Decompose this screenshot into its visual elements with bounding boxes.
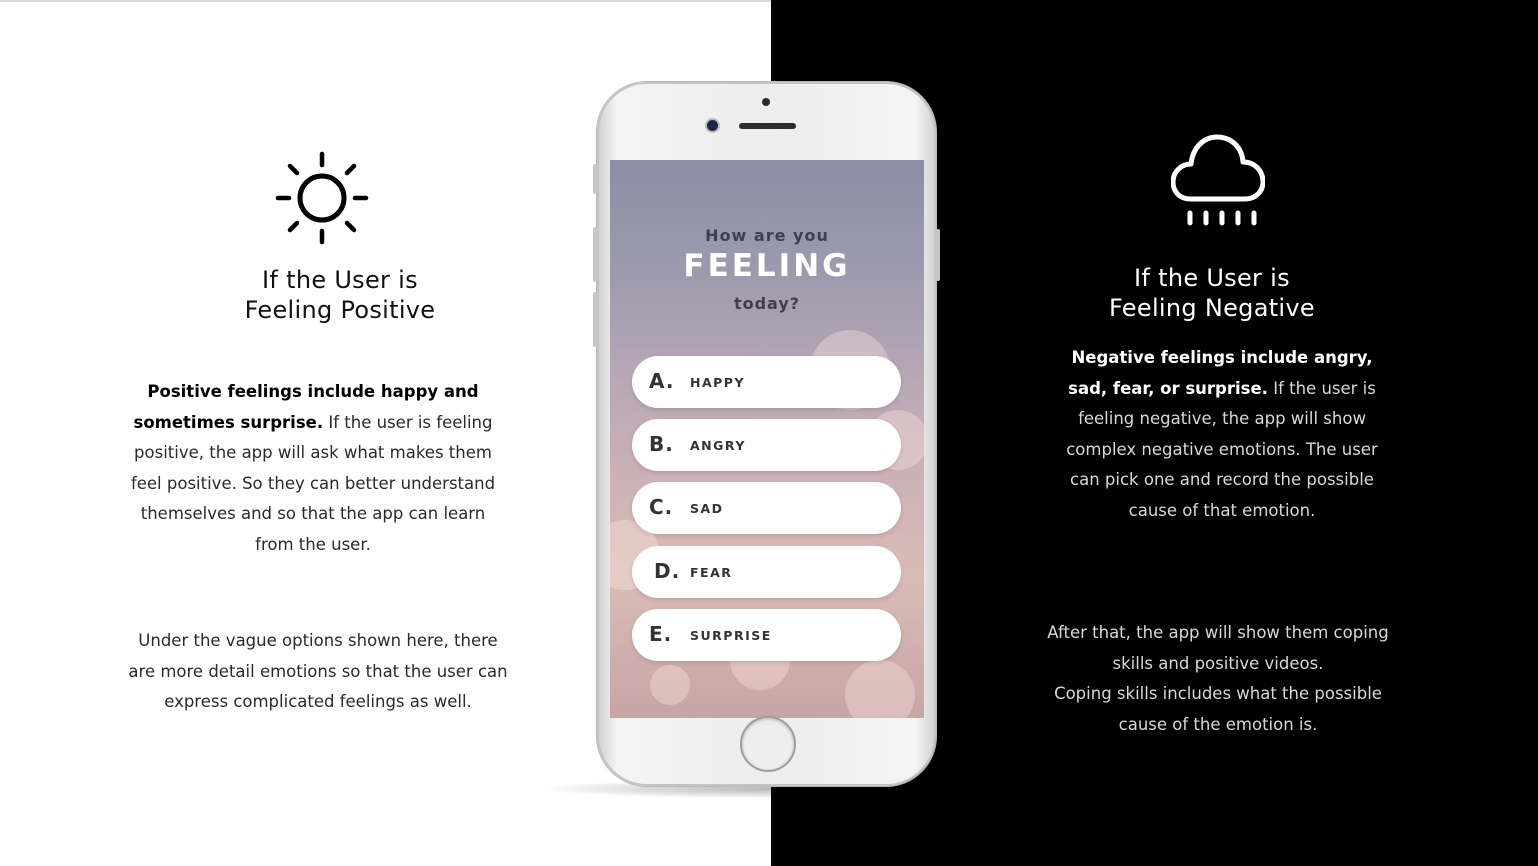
negative-description: Negative feelings include angry, sad, fe… (1050, 343, 1394, 526)
option-letter: A. (649, 369, 675, 393)
option-sad-button[interactable]: C. SAD (632, 482, 901, 534)
option-label: SAD (690, 501, 724, 516)
option-fear-button[interactable]: D. FEAR (632, 546, 901, 598)
option-happy-button[interactable]: A. HAPPY (632, 356, 901, 408)
question-line3: today? (733, 294, 801, 313)
positive-heading-line2: Feeling Positive (244, 296, 436, 324)
phone-home-button[interactable] (740, 716, 796, 772)
bokeh-light (650, 665, 690, 705)
bokeh-light (845, 660, 915, 718)
phone-mockup: How are you FEELING today? A. HAPPY B. A… (593, 82, 940, 786)
option-letter: C. (649, 495, 674, 519)
option-letter: E. (649, 622, 673, 646)
coping-skills-line2: Coping skills includes what the possible… (1054, 684, 1382, 734)
coping-skills-note: After that, the app will show them copin… (1037, 618, 1399, 740)
negative-heading-line2: Feeling Negative (1109, 294, 1315, 322)
negative-heading-line1: If the User is (1134, 264, 1290, 292)
option-label: ANGRY (690, 438, 746, 453)
phone-volume-up (593, 227, 597, 282)
positive-description: Positive feelings include happy and some… (120, 377, 506, 560)
positive-heading: If the User is Feeling Positive (190, 265, 490, 325)
question-line2: FEELING (683, 248, 851, 284)
negative-description-text: If the user is feeling negative, the app… (1066, 378, 1378, 520)
positive-description-text: If the user is feeling positive, the app… (130, 412, 496, 554)
option-label: FEAR (690, 565, 733, 580)
phone-sensor (762, 98, 770, 106)
option-label: SURPRISE (690, 628, 772, 643)
negative-heading: If the User is Feeling Negative (1062, 263, 1362, 323)
phone-power-button (936, 229, 940, 281)
option-label: HAPPY (690, 375, 746, 390)
phone-speaker (739, 123, 796, 129)
positive-heading-line1: If the User is (262, 266, 418, 294)
phone-volume-down (593, 292, 597, 347)
option-letter: B. (649, 432, 674, 456)
phone-side-button (593, 164, 597, 194)
sun-icon (275, 151, 369, 245)
question-line1: How are you (705, 226, 829, 245)
app-screen: How are you FEELING today? A. HAPPY B. A… (610, 160, 924, 718)
option-angry-button[interactable]: B. ANGRY (632, 419, 901, 471)
phone-front-camera (707, 120, 718, 131)
positive-detail-note: Under the vague options shown here, ther… (128, 631, 508, 711)
coping-skills-line1: After that, the app will show them copin… (1047, 623, 1389, 673)
option-letter: D. (654, 559, 681, 583)
option-surprise-button[interactable]: E. SURPRISE (632, 609, 901, 661)
rain-cloud-icon (1171, 134, 1265, 226)
